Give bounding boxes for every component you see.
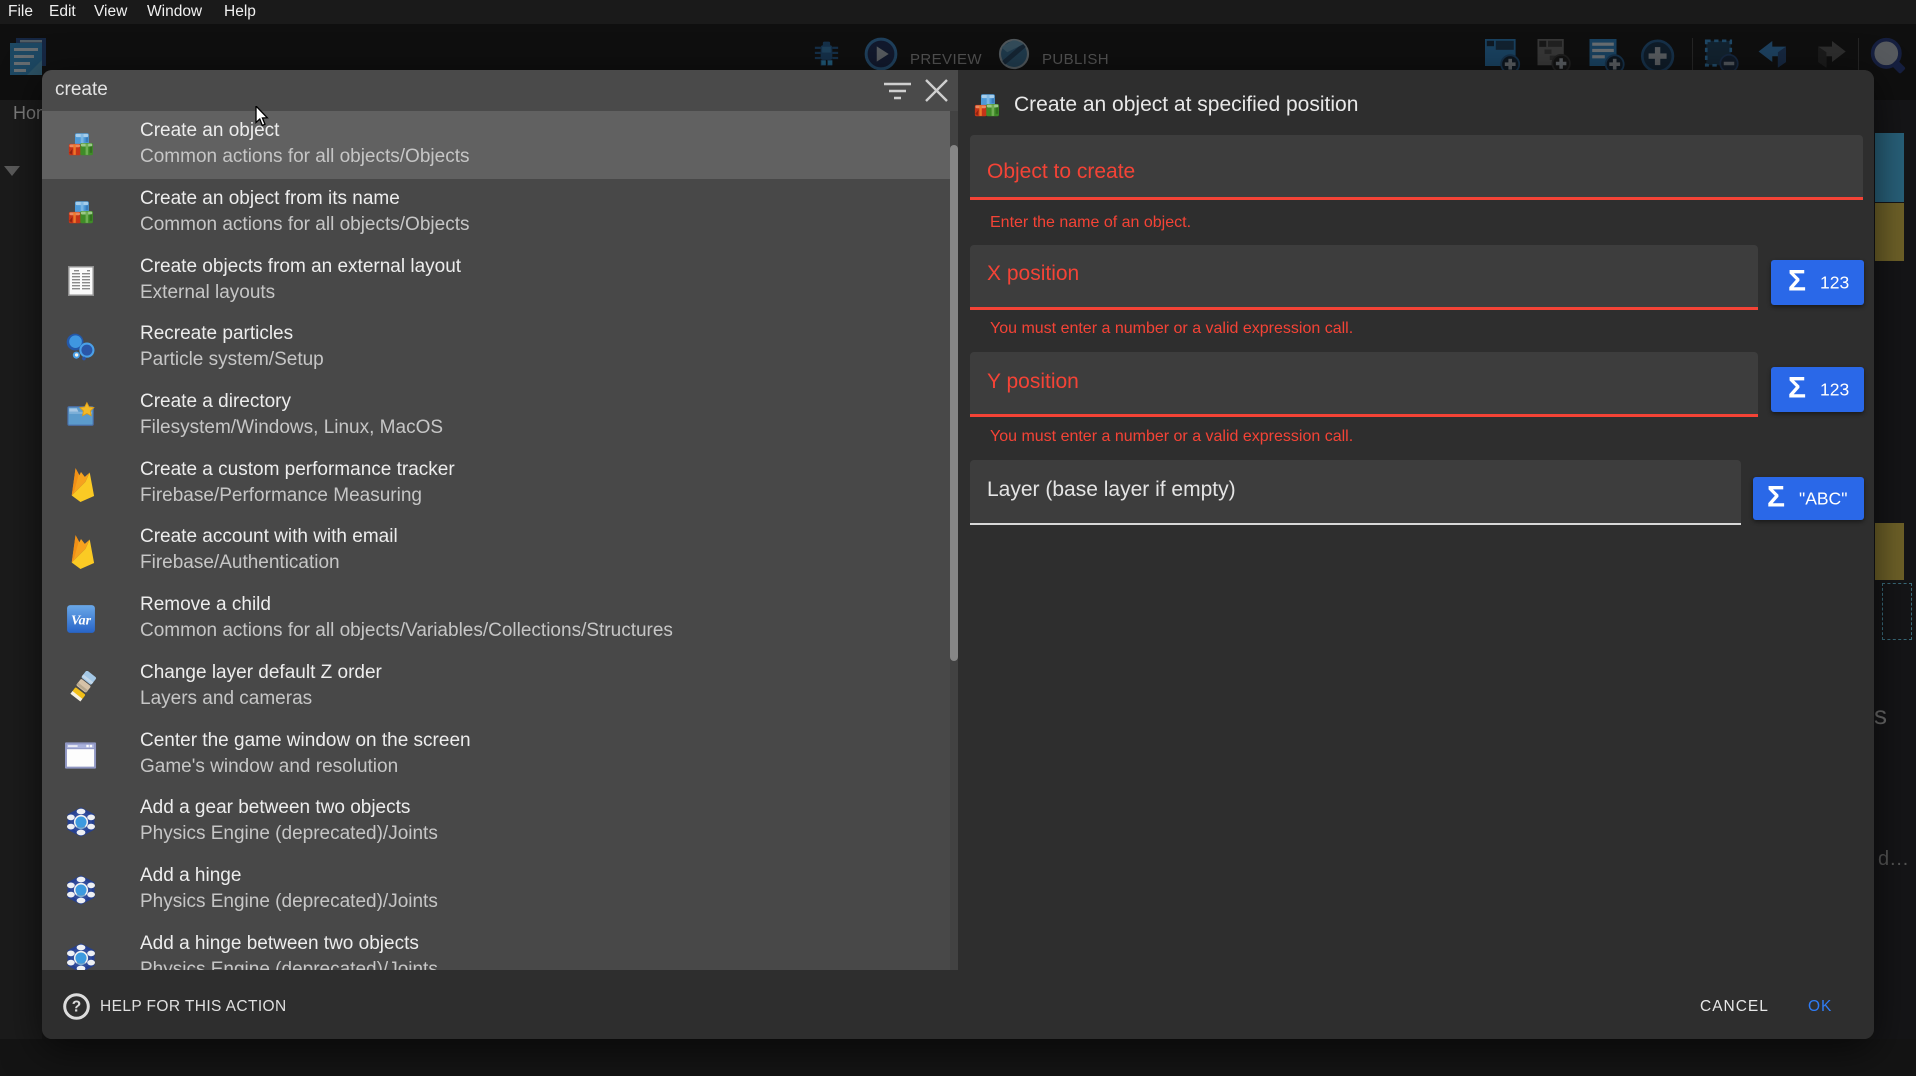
svg-text:Var: Var xyxy=(71,613,92,628)
svg-text:?: ? xyxy=(72,999,81,1016)
